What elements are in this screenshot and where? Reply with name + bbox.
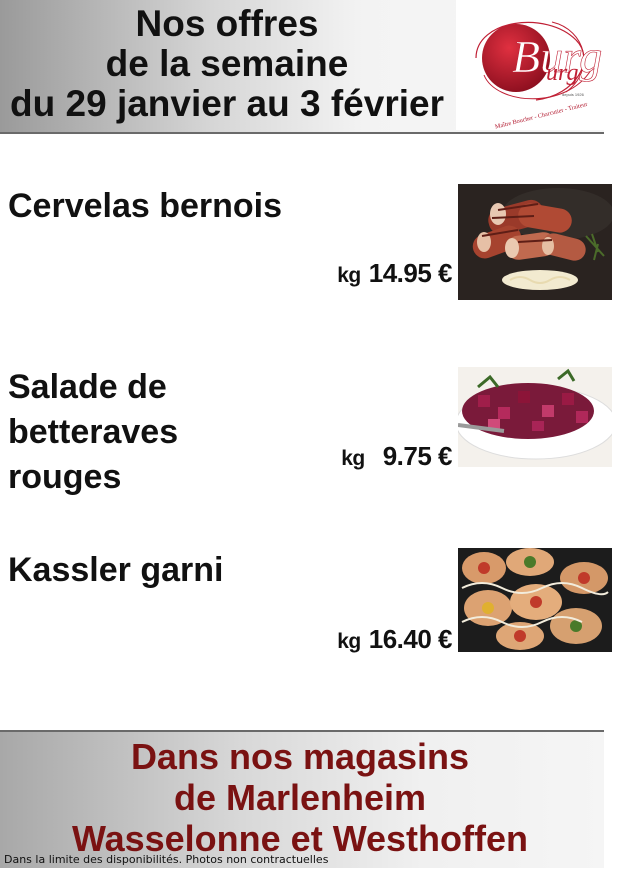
product-name: Cervelas bernois <box>8 187 283 225</box>
header-banner: Nos offres de la semaine du 29 janvier a… <box>0 0 604 134</box>
beetroot-salad-photo <box>458 367 612 467</box>
page-title: Nos offres de la semaine du 29 janvier a… <box>0 4 454 124</box>
burg-logo: Burg urg depuis 1926 Maître Boucher - Ch… <box>456 0 604 130</box>
price-amount: 14.95 € <box>368 258 453 288</box>
logo-since: depuis 1926 <box>562 92 585 97</box>
price-amount: 9.75 € <box>382 441 453 471</box>
product-price: kg 14.95 € <box>337 258 452 289</box>
bacon-wrapped-cervelas-photo <box>458 184 612 300</box>
price-unit: kg <box>337 264 361 287</box>
logo-tagline: Maître Boucher - Charcutier - Traiteur <box>494 101 588 130</box>
product-price: kg 9.75 € <box>341 441 452 472</box>
product-name: Kassler garni <box>8 551 224 589</box>
product-price: kg 16.40 € <box>337 624 452 655</box>
price-unit: kg <box>337 630 361 653</box>
disclaimer: Dans la limite des disponibilités. Photo… <box>4 853 329 866</box>
stores-line-1: Dans nos magasins <box>130 736 470 777</box>
svg-text:urg: urg <box>546 60 578 86</box>
title-line-1: Nos offres <box>135 3 319 44</box>
stores-banner: Dans nos magasins de Marlenheim Wasselon… <box>0 730 604 868</box>
title-line-2: de la semaine <box>105 43 349 84</box>
stores-heading: Dans nos magasins de Marlenheim Wasselon… <box>0 736 600 859</box>
price-amount: 16.40 € <box>368 624 453 654</box>
price-unit: kg <box>341 447 365 470</box>
product-name: Salade de betteraves rouges <box>8 368 179 496</box>
stores-line-2: de Marlenheim <box>173 777 427 818</box>
kassler-garni-photo <box>458 548 612 652</box>
title-line-3: du 29 janvier au 3 février <box>10 83 444 124</box>
